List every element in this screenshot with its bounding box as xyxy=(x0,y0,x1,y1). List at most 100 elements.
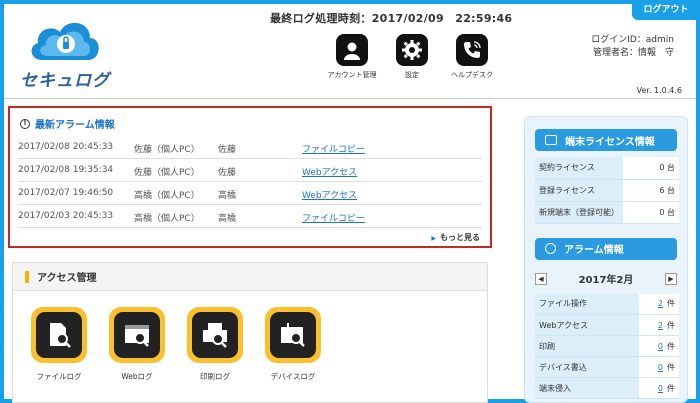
more-link[interactable]: もっと見る xyxy=(431,232,480,243)
license-key: 新規端末（登録可能） xyxy=(535,201,623,224)
login-id: ログインID：admin xyxy=(591,35,674,45)
alarm-info-header: アラーム情報 xyxy=(535,237,677,260)
web-log-button[interactable]: Webログ xyxy=(107,307,167,382)
alarm-type: 端末侵入 xyxy=(535,377,639,399)
table-row: 契約ライセンス 0 台 xyxy=(535,157,679,180)
license-key: 契約ライセンス xyxy=(535,157,623,180)
version-label: Ver. 1.0.4.6 xyxy=(636,86,682,95)
alarm-pc: 高橋（個人PC） xyxy=(134,191,200,201)
file-log-button[interactable]: ファイルログ xyxy=(29,307,89,382)
table-row: デバイス書込 0 件 xyxy=(535,356,679,378)
alarm-count-link[interactable]: 0 xyxy=(658,342,663,351)
access-item-label: 印刷ログ xyxy=(200,372,230,381)
nav-settings[interactable]: 設定 xyxy=(382,34,442,80)
latest-alarm-panel: ! 最新アラーム情報 2017/02/08 20:45:33 佐藤（個人PC） … xyxy=(8,106,492,248)
count-unit: 件 xyxy=(667,341,675,351)
login-info: ログインID：admin 管理者名：情報 守 xyxy=(591,34,674,60)
info-icon: ! xyxy=(20,118,30,129)
access-item-label: ファイルログ xyxy=(36,372,82,381)
monitor-icon xyxy=(545,135,557,145)
alarm-user: 佐藤 xyxy=(218,168,237,178)
alarm-action-link[interactable]: Webアクセス xyxy=(302,188,357,201)
alarm-user: 高橋 xyxy=(218,191,237,201)
alarm-user: 佐藤 xyxy=(218,145,237,155)
alarm-count-table: ファイル操作 2 件 Webアクセス 2 件 印刷 0 件 デバイス書込 0 件 端末侵入 0 件 xyxy=(535,293,679,399)
alarm-date: 2017/02/03 20:45:33 xyxy=(18,211,114,221)
header-divider xyxy=(4,98,696,99)
alarm-row: 2017/02/03 20:45:33 高橋（個人PC） 高橋 ファイルコピー xyxy=(18,205,482,228)
print-log-icon xyxy=(192,312,238,358)
alarm-pc: 佐藤（個人PC） xyxy=(134,168,200,178)
license-panel-header: 端末ライセンス情報 xyxy=(535,129,677,151)
license-table: 契約ライセンス 0 台 登録ライセンス 6 台 新規端末（登録可能） 0 台 xyxy=(535,157,679,224)
table-row: 印刷 0 件 xyxy=(535,335,679,357)
header: セキュログ 最終ログ処理時刻：2017/02/09 22:59:46 アカウント… xyxy=(4,4,696,104)
logo-text: セキュログ xyxy=(20,71,110,91)
table-row: Webアクセス 2 件 xyxy=(535,314,679,336)
alarm-list: 2017/02/08 20:45:33 佐藤（個人PC） 佐藤 ファイルコピー … xyxy=(18,136,482,228)
device-log-button[interactable]: デバイスログ xyxy=(263,307,323,382)
alarm-user: 高橋 xyxy=(218,214,237,224)
access-management-panel: アクセス管理 ファイルログ Webログ 印刷ログ デバイスログ xyxy=(12,262,488,403)
alarm-type: ファイル操作 xyxy=(535,293,639,315)
alarm-count: 0件 xyxy=(639,356,679,378)
alarm-date: 2017/02/07 19:46:50 xyxy=(18,188,114,198)
header-accent-bar xyxy=(25,270,29,283)
nav-label: ヘルプデスク xyxy=(451,71,493,79)
logout-button[interactable]: ログアウト xyxy=(632,0,700,20)
alarm-action-link[interactable]: ファイルコピー xyxy=(302,142,365,155)
month-navigator: ◀ 2017年2月 ▶ xyxy=(535,270,677,288)
device-log-icon xyxy=(270,312,316,358)
license-key: 登録ライセンス xyxy=(535,179,623,202)
alarm-clock-icon xyxy=(545,243,556,254)
table-row: 端末侵入 0 件 xyxy=(535,377,679,399)
alarm-count: 0件 xyxy=(639,377,679,399)
alarm-date: 2017/02/08 20:45:33 xyxy=(18,142,114,152)
alarm-action-link[interactable]: ファイルコピー xyxy=(302,211,365,224)
alarm-type: Webアクセス xyxy=(535,314,639,336)
nav-account-management[interactable]: アカウント管理 xyxy=(322,34,382,80)
last-process-time: 最終ログ処理時刻：2017/02/09 22:59:46 xyxy=(270,12,513,25)
alarm-row: 2017/02/07 19:46:50 高橋（個人PC） 高橋 Webアクセス xyxy=(18,182,482,205)
web-log-icon xyxy=(114,312,160,358)
alarm-action-link[interactable]: Webアクセス xyxy=(302,165,357,178)
print-log-button[interactable]: 印刷ログ xyxy=(185,307,245,382)
alarm-count-link[interactable]: 0 xyxy=(658,384,663,393)
alarm-date: 2017/02/08 19:35:34 xyxy=(18,165,114,175)
table-row: 登録ライセンス 6 台 xyxy=(535,179,679,202)
table-row: ファイル操作 2 件 xyxy=(535,293,679,315)
nav-label: 設定 xyxy=(405,71,419,79)
alarm-count-link[interactable]: 0 xyxy=(658,363,663,372)
count-unit: 件 xyxy=(667,299,675,309)
alarm-panel-title: ! 最新アラーム情報 xyxy=(20,116,115,131)
alarm-count: 2件 xyxy=(639,314,679,336)
nav-helpdesk[interactable]: ヘルプデスク xyxy=(442,34,502,80)
nav-label: アカウント管理 xyxy=(327,71,377,79)
count-unit: 件 xyxy=(667,383,675,393)
alarm-row: 2017/02/08 19:35:34 佐藤（個人PC） 佐藤 Webアクセス xyxy=(18,159,482,182)
gear-icon xyxy=(396,34,428,66)
access-panel-header: アクセス管理 xyxy=(13,263,487,291)
alarm-count-link[interactable]: 2 xyxy=(658,299,663,308)
access-item-label: Webログ xyxy=(121,372,153,381)
user-icon xyxy=(336,34,368,66)
current-month: 2017年2月 xyxy=(578,275,634,286)
logo[interactable]: セキュログ xyxy=(14,14,114,91)
cloud-lock-icon xyxy=(31,22,99,60)
license-panel-title: 端末ライセンス情報 xyxy=(565,136,655,148)
license-value: 6 台 xyxy=(623,179,679,202)
alarm-title-text: 最新アラーム情報 xyxy=(35,120,115,131)
table-row: 新規端末（登録可能） 0 台 xyxy=(535,201,679,224)
manager-name: 管理者名：情報 守 xyxy=(592,48,674,58)
alarm-count: 2件 xyxy=(639,293,679,315)
access-panel-title: アクセス管理 xyxy=(37,273,97,284)
alarm-type: デバイス書込 xyxy=(535,356,639,378)
alarm-pc: 高橋（個人PC） xyxy=(134,214,200,224)
alarm-count: 0件 xyxy=(639,335,679,357)
count-unit: 件 xyxy=(667,362,675,372)
prev-month-button[interactable]: ◀ xyxy=(535,272,547,285)
alarm-count-link[interactable]: 2 xyxy=(658,321,663,330)
next-month-button[interactable]: ▶ xyxy=(664,272,677,285)
sidebar: 端末ライセンス情報 契約ライセンス 0 台 登録ライセンス 6 台 新規端末（登録可… xyxy=(524,116,688,403)
file-log-icon xyxy=(36,312,82,358)
